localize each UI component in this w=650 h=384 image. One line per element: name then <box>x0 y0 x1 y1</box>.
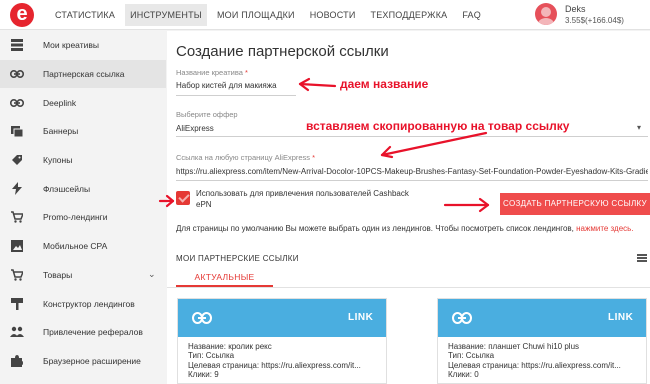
sidebar-item-label: Promo-лендинги <box>43 212 108 223</box>
list-view-icon[interactable] <box>637 254 647 262</box>
sidebar-item-referrals[interactable]: Привлечение рефералов <box>0 318 166 347</box>
landing-hint: Для страницы по умолчанию Вы можете выбр… <box>176 224 634 233</box>
chevron-down-icon[interactable]: ▾ <box>637 123 641 132</box>
landing-list-link[interactable]: нажмите здесь. <box>576 224 633 233</box>
card-clicks: Клики: 9 <box>188 370 219 379</box>
chevron-down-icon[interactable]: ⌄ <box>148 269 156 280</box>
user-balance: 3.55$(+166.04$) <box>565 16 624 25</box>
nav-support[interactable]: ТЕХПОДДЕРЖКА <box>366 4 453 26</box>
nav-tools[interactable]: ИНСТРУМЕНТЫ <box>125 4 207 26</box>
sidebar-item-label: Привлечение рефералов <box>43 327 143 338</box>
cart-icon <box>10 268 24 282</box>
sidebar-item-label: Партнерская ссылка <box>43 69 125 80</box>
page-title: Создание партнерской ссылки <box>176 43 389 60</box>
link-icon <box>10 67 24 81</box>
sidebar-item-products[interactable]: Товары ⌄ <box>0 261 166 290</box>
card-name: Название: планшет Chuwi hi10 plus <box>448 342 580 351</box>
cashback-label: Использовать для привлечения пользовател… <box>196 189 409 209</box>
sidebar-item-banners[interactable]: Баннеры <box>0 117 166 146</box>
sidebar-item-deeplink[interactable]: Deeplink <box>0 88 166 117</box>
tab-divider <box>167 287 650 288</box>
url-underline <box>176 180 648 181</box>
card-badge: LINK <box>608 312 634 323</box>
sidebar-item-browser-extension[interactable]: Браузерное расширение <box>0 347 166 376</box>
card-badge: LINK <box>348 312 374 323</box>
link-icon <box>10 96 24 110</box>
card-header: LINK <box>178 299 386 337</box>
sidebar-item-label: Конструктор лендингов <box>43 298 135 309</box>
sidebar-item-landing-builder[interactable]: Конструктор лендингов <box>0 289 166 318</box>
epn-logo[interactable]: e <box>10 3 34 27</box>
brush-icon <box>10 297 24 311</box>
group-icon <box>10 325 24 339</box>
nav-faq[interactable]: FAQ <box>457 4 486 26</box>
tab-actual[interactable]: АКТУАЛЬНЫЕ <box>176 269 273 287</box>
sidebar-item-label: Браузерное расширение <box>43 355 141 366</box>
sidebar-item-promo-landings[interactable]: Promo-лендинги <box>0 203 166 232</box>
url-input[interactable]: https://ru.aliexpress.com/item/New-Arriv… <box>176 167 648 176</box>
create-link-button[interactable]: СОЗДАТЬ ПАРТНЕРСКУЮ ССЫЛКУ <box>500 193 650 215</box>
cart-icon <box>10 210 24 224</box>
card-target: Целевая страница: https://ru.aliexpress.… <box>448 361 621 370</box>
card-target: Целевая страница: https://ru.aliexpress.… <box>188 361 361 370</box>
sidebar-item-label: Мобильное CPA <box>43 241 108 252</box>
link-card[interactable]: LINK Название: планшет Chuwi hi10 plus Т… <box>437 298 647 384</box>
sidebar-item-label: Товары <box>43 269 73 280</box>
sidebar-item-label: Баннеры <box>43 126 79 137</box>
link-card[interactable]: LINK Название: кролик рекс Тип: Ссылка Ц… <box>177 298 387 384</box>
card-type: Тип: Ссылка <box>448 351 495 360</box>
sidebar-item-flashsales[interactable]: Флэшсейлы <box>0 174 166 203</box>
top-bar: e СТАТИСТИКА ИНСТРУМЕНТЫ МОИ ПЛОЩАДКИ НО… <box>0 0 650 30</box>
sidebar-item-coupons[interactable]: Купоны <box>0 146 166 175</box>
avatar[interactable] <box>535 3 557 25</box>
banner-icon <box>10 124 24 138</box>
sidebar: Мои креативы Партнерская ссылка Deeplink… <box>0 31 166 384</box>
creative-name-label: Название креатива * <box>176 68 248 77</box>
my-links-title: МОИ ПАРТНЕРСКИЕ ССЫЛКИ <box>176 254 299 263</box>
cashback-checkbox[interactable] <box>176 191 190 205</box>
flash-icon <box>10 182 24 196</box>
sidebar-item-label: Deeplink <box>43 97 77 108</box>
card-type: Тип: Ссылка <box>188 351 235 360</box>
offer-label: Выберите оффер <box>176 110 238 119</box>
annotation-name-hint: даем название <box>340 77 429 91</box>
sidebar-item-label: Мои креативы <box>43 40 99 51</box>
annotation-url-hint: вставляем скопированную на товар ссылку <box>306 119 570 133</box>
nav-statistics[interactable]: СТАТИСТИКА <box>50 4 120 26</box>
card-clicks: Клики: 0 <box>448 370 479 379</box>
coupon-icon <box>10 153 24 167</box>
sidebar-item-my-creatives[interactable]: Мои креативы <box>0 31 166 60</box>
link-icon <box>192 312 212 324</box>
card-header: LINK <box>438 299 646 337</box>
link-icon <box>452 312 472 324</box>
url-label: Ссылка на любую страницу AliExpress * <box>176 153 316 162</box>
user-name[interactable]: Deks <box>565 4 586 14</box>
creatives-icon <box>10 38 24 52</box>
sidebar-item-mobile-cpa[interactable]: Мобильное CPA <box>0 232 166 261</box>
top-nav: СТАТИСТИКА ИНСТРУМЕНТЫ МОИ ПЛОЩАДКИ НОВО… <box>50 0 491 30</box>
sidebar-item-partner-link[interactable]: Партнерская ссылка <box>0 59 166 89</box>
sidebar-item-label: Купоны <box>43 155 73 166</box>
nav-my-platforms[interactable]: МОИ ПЛОЩАДКИ <box>212 4 300 26</box>
card-name: Название: кролик рекс <box>188 342 272 351</box>
creative-name-underline <box>176 95 296 96</box>
puzzle-icon <box>10 354 24 368</box>
offer-underline <box>176 136 648 137</box>
sidebar-item-label: Флэшсейлы <box>43 183 91 194</box>
creative-name-input[interactable]: Набор кистей для макияжа <box>176 81 296 90</box>
nav-news[interactable]: НОВОСТИ <box>305 4 361 26</box>
image-icon <box>10 239 24 253</box>
